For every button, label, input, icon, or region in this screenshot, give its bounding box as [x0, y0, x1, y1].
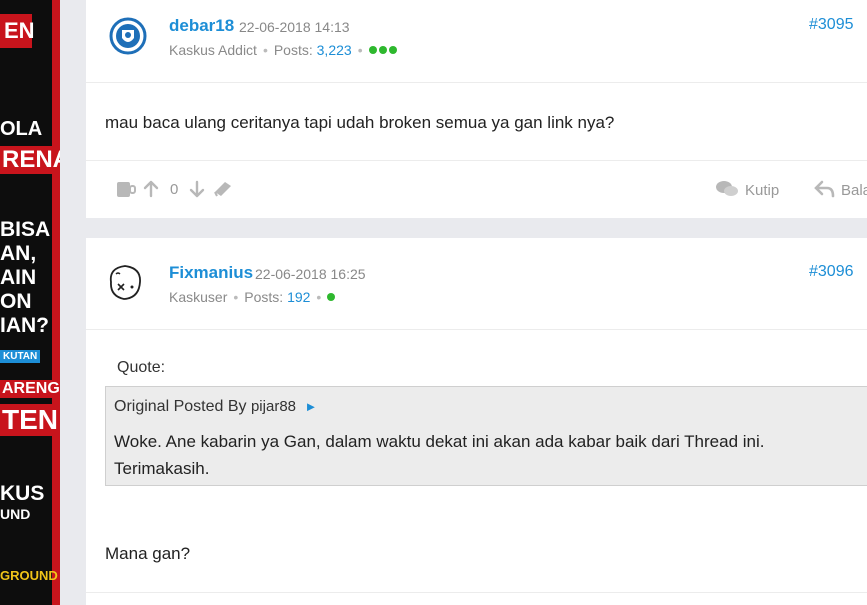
- posts-count[interactable]: 3,223: [317, 42, 352, 58]
- quote-bubble-icon[interactable]: [715, 178, 739, 200]
- username-link[interactable]: debar18: [169, 16, 234, 36]
- ad-text-line: ARENG: [0, 380, 60, 398]
- quote-author[interactable]: pijar88: [251, 398, 296, 415]
- divider: [86, 329, 867, 330]
- user-rank: Kaskuser: [169, 289, 228, 305]
- post-timestamp: 22-06-2018 16:25: [255, 266, 366, 282]
- posts-count[interactable]: 192: [287, 289, 310, 305]
- quote-original-label: Original Posted By: [114, 398, 247, 415]
- user-avatar[interactable]: [105, 262, 145, 302]
- downvote-arrow-icon[interactable]: [189, 180, 205, 198]
- post-timestamp: 22-06-2018 14:13: [239, 19, 350, 35]
- ad-text-line: AN,: [0, 242, 37, 265]
- user-rank: Kaskus Addict: [169, 42, 257, 58]
- forum-post: Fixmanius 22-06-2018 16:25 Kaskuser • Post…: [86, 238, 867, 605]
- ad-text-line: TEN: [0, 404, 60, 436]
- quote-line: Woke. Ane kabarin ya Gan, dalam waktu de…: [114, 432, 765, 451]
- post-number-link[interactable]: #3096: [809, 263, 854, 281]
- ad-text-line: BISA: [0, 218, 51, 241]
- posts-label: Posts:: [273, 42, 313, 58]
- quote-label: Quote:: [117, 359, 166, 376]
- quote-text: Woke. Ane kabarin ya Gan, dalam waktu de…: [114, 428, 814, 482]
- send-brick-icon[interactable]: [212, 178, 234, 200]
- post-number-link[interactable]: #3095: [809, 16, 854, 34]
- quote-button[interactable]: Kutip: [745, 182, 779, 199]
- reply-button[interactable]: Bala: [841, 182, 867, 199]
- quote-box: Original Posted By pijar88 ► Woke. Ane k…: [105, 386, 867, 486]
- ad-badge: KUTAN: [0, 350, 41, 363]
- user-meta: Kaskus Addict • Posts: 3,223 •: [169, 42, 399, 58]
- ad-logo: EN: [0, 14, 35, 48]
- view-original-arrow-icon[interactable]: ►: [304, 399, 317, 414]
- user-avatar[interactable]: [108, 16, 148, 56]
- sidebar-ad-banner[interactable]: EN OLA RENA BISA AN, AIN ON IAN? KUTAN A…: [0, 0, 60, 605]
- ad-text-line: RENA: [0, 146, 60, 174]
- divider: [86, 160, 867, 161]
- ad-text-line: KUS: [0, 482, 45, 505]
- reputation-dots: [327, 289, 337, 305]
- ad-text-line: AIN: [0, 266, 37, 289]
- reputation-dots: [368, 42, 399, 58]
- user-meta: Kaskuser • Posts: 192 •: [169, 289, 337, 305]
- ad-text-line: OLA: [0, 118, 43, 140]
- username-link[interactable]: Fixmanius: [169, 263, 253, 283]
- divider: [86, 82, 867, 83]
- ad-text-line: ON: [0, 290, 32, 313]
- ad-text-line: GROUND: [0, 568, 58, 583]
- ad-text-line: IAN?: [0, 314, 49, 337]
- quote-header: Original Posted By pijar88 ►: [114, 398, 317, 416]
- quote-line: Terimakasih.: [114, 459, 210, 478]
- reply-arrow-icon[interactable]: [813, 178, 835, 200]
- forum-post: debar18 22-06-2018 14:13 Kaskus Addict • P…: [86, 0, 867, 218]
- post-body: Mana gan?: [105, 544, 191, 563]
- posts-label: Posts:: [244, 289, 284, 305]
- vote-count: 0: [170, 181, 179, 198]
- upvote-arrow-icon[interactable]: [143, 180, 159, 198]
- post-body: mau baca ulang ceritanya tapi udah broke…: [105, 113, 615, 132]
- divider: [86, 592, 867, 593]
- ad-red-strip: [52, 0, 60, 605]
- donate-cendol-icon[interactable]: [115, 178, 137, 200]
- ad-text-line: UND: [0, 506, 31, 522]
